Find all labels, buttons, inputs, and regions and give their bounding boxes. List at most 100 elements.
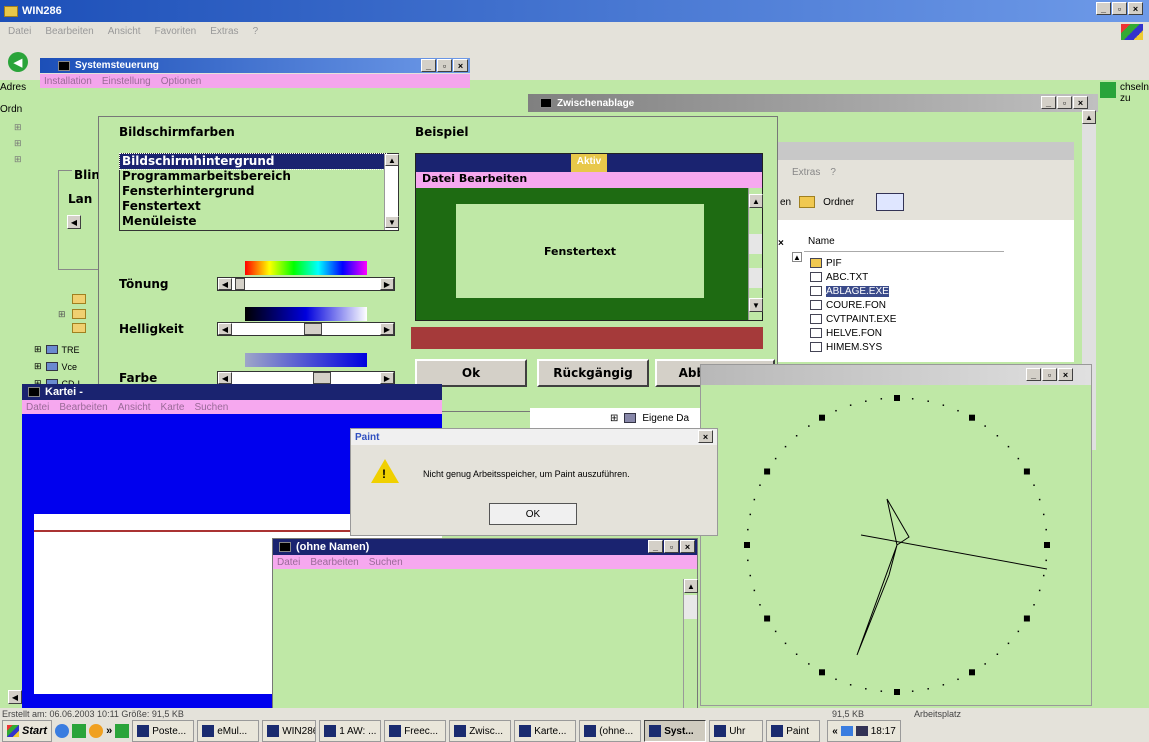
maximize-button[interactable]: ▫ [1057,96,1072,109]
close-button[interactable]: × [1058,368,1073,381]
main-menu-item[interactable]: Extras [210,26,238,37]
kartei-titlebar[interactable]: Kartei - [22,384,442,400]
explorer-tree-item[interactable]: ⊞ Eigene Da [530,408,700,428]
minimize-button[interactable]: _ [1041,96,1056,109]
back-icon[interactable]: ◀ [8,52,28,72]
notepad-menu-item[interactable]: Datei [277,557,300,568]
taskbar-item[interactable]: 1 AW: ... [319,720,382,742]
taskbar-item[interactable]: Poste... [132,720,195,742]
explorer-menu-help[interactable]: ? [830,167,836,178]
kartei-menu-item[interactable]: Karte [161,402,185,413]
notepad-scrollbar[interactable]: ▲ [683,579,698,717]
maximize-button[interactable]: ▫ [437,59,452,72]
undo-button[interactable]: Rückgängig [537,359,649,387]
hue-thumb[interactable] [234,278,245,290]
main-menu-item[interactable]: ? [253,26,259,37]
file-item[interactable]: ABLAGE.EXE [810,284,930,298]
list-scroll-up[interactable]: ▲ [385,154,399,166]
maximize-button[interactable]: ▫ [1042,368,1057,381]
minimize-button[interactable]: _ [1026,368,1041,381]
quicklaunch-extra-icon[interactable] [115,724,130,738]
scroll-down-arrow[interactable]: ◀ [8,690,22,704]
notepad-text-area[interactable] [273,579,683,717]
kartei-menu-item[interactable]: Datei [26,402,49,413]
taskbar-item[interactable]: Paint [766,720,821,742]
taskbar-item[interactable]: Freec... [384,720,447,742]
kartei-menu-item[interactable]: Suchen [194,402,228,413]
notepad-titlebar[interactable]: (ohne Namen) _ ▫ × [273,539,697,555]
list-scroll-down[interactable]: ▼ [385,216,399,228]
maximize-button[interactable]: ▫ [664,540,679,553]
scroll-up-arrow[interactable]: ▲ [792,252,802,262]
taskbar-item[interactable]: Syst... [644,720,707,742]
notepad-menu-item[interactable]: Bearbeiten [310,557,358,568]
color-slider[interactable]: ◀ ▶ [217,371,395,385]
tree-item[interactable]: ⊞ TRE [34,344,80,355]
minimize-button[interactable]: _ [1096,2,1111,15]
file-item[interactable]: CVTPAINT.EXE [810,312,930,326]
color-list-item[interactable]: Programmarbeitsbereich [120,169,386,184]
color-list-item[interactable]: Bildschirmhintergrund [119,153,387,170]
close-button[interactable]: × [453,59,468,72]
main-menu-item[interactable]: Datei [8,26,31,37]
color-thumb[interactable] [312,372,331,384]
maximize-button[interactable]: ▫ [1112,2,1127,15]
file-item[interactable]: COURE.FON [810,298,930,312]
systemsteuerung-titlebar[interactable]: Systemsteuerung _ ▫ × [40,58,470,73]
tree-expand[interactable]: ⊞ [610,413,618,424]
file-item[interactable]: HIMEM.SYS [810,340,930,354]
minimize-button[interactable]: _ [648,540,663,553]
volume-icon[interactable] [855,726,868,736]
quicklaunch-desktop-icon[interactable] [72,724,87,738]
taskbar-item[interactable]: WIN286 [262,720,317,742]
clipboard-titlebar[interactable]: Zwischenablage _ ▫ × [528,94,1098,112]
main-titlebar[interactable]: WIN286 _ ▫ × [0,0,1149,22]
file-item[interactable]: PIF [810,256,930,270]
file-item[interactable]: HELVE.FON [810,326,930,340]
quicklaunch-ie-icon[interactable] [55,724,70,738]
kartei-menu-item[interactable]: Bearbeiten [59,402,107,413]
systemsteuerung-menu-item[interactable]: Optionen [161,76,202,87]
lang-left-arrow[interactable]: ◀ [67,215,81,229]
tree-expand-icon[interactable]: ⊞ [34,344,42,355]
toolbar-search-label[interactable]: en [780,197,791,208]
taskbar-item[interactable]: eMul... [197,720,260,742]
color-list-item[interactable]: Fenstertext [120,199,386,214]
taskbar-item[interactable]: Zwisc... [449,720,512,742]
tree-item[interactable]: ⊞ Vce [34,361,80,372]
color-list-item[interactable]: Fensterhintergrund [120,184,386,199]
minimize-button[interactable]: _ [421,59,436,72]
notepad-menu-item[interactable]: Suchen [369,557,403,568]
tray-chevron[interactable]: « [832,726,838,737]
column-name-header[interactable]: Name [804,236,1004,252]
toolbar-folders-button[interactable]: Ordner [823,197,854,208]
color-element-list[interactable]: Bildschirmhintergrund Programmarbeitsbere… [119,153,399,231]
taskbar-item[interactable]: (ohne... [579,720,642,742]
paint-titlebar[interactable]: Paint × [351,429,717,445]
ok-button[interactable]: Ok [415,359,527,387]
taskbar-item[interactable]: Uhr [709,720,764,742]
start-button[interactable]: Start [2,720,53,742]
file-item[interactable]: ABC.TXT [810,270,930,284]
explorer-menu-extras[interactable]: Extras [792,167,820,178]
view-icon[interactable] [876,193,905,211]
tree-expand-icon[interactable]: ⊞ [34,361,42,372]
main-menu-item[interactable]: Bearbeiten [45,26,93,37]
systemsteuerung-menu-item[interactable]: Einstellung [102,76,151,87]
brightness-slider[interactable]: ◀ ▶ [217,322,395,336]
color-list-item[interactable]: Menüleiste [120,214,386,229]
taskbar-item[interactable]: Karte... [514,720,577,742]
close-button[interactable]: × [1073,96,1088,109]
network-icon[interactable] [840,726,853,736]
paint-ok-button[interactable]: OK [489,503,577,525]
go-icon[interactable] [1100,82,1116,98]
tree-expand[interactable]: ⊞ [58,309,66,320]
kartei-menu-item[interactable]: Ansicht [118,402,151,413]
main-menu-item[interactable]: Ansicht [108,26,141,37]
quicklaunch-chevron[interactable]: » [106,725,112,737]
close-button[interactable]: × [698,430,713,443]
close-button[interactable]: × [680,540,695,553]
brightness-thumb[interactable] [303,323,322,335]
systemsteuerung-menu-item[interactable]: Installation [44,76,92,87]
clock-time[interactable]: 18:17 [871,726,896,737]
